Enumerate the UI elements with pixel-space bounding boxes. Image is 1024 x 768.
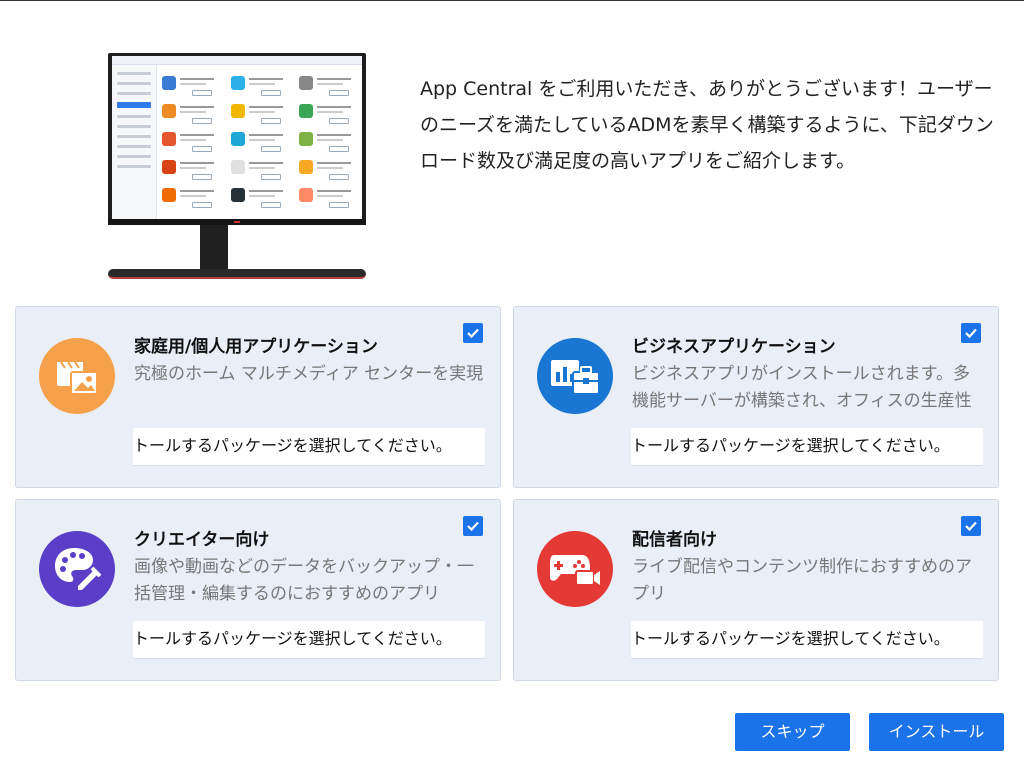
category-checkbox[interactable] — [463, 516, 483, 536]
package-select[interactable]: トールするパッケージを選択してください。 — [133, 428, 485, 466]
category-checkbox[interactable] — [961, 323, 981, 343]
checkmark-icon — [965, 328, 977, 339]
media-icon — [39, 338, 115, 414]
card-title: ビジネスアプリケーション — [632, 337, 836, 357]
checkmark-icon — [467, 328, 479, 339]
card-description: ライブ配信やコンテンツ制作におすすめのアプリ — [632, 557, 972, 604]
monitor-illustration — [108, 53, 366, 283]
intro-text: App Central をご利用いただき、ありがとうございます！ユーザーのニーズ… — [420, 78, 994, 172]
card-title: 家庭用/個人用アプリケーション — [134, 337, 378, 357]
card-description: 画像や動画などのデータをバックアップ・一括管理・編集するのにおすすめのアプリ — [134, 557, 474, 604]
card-title: 配信者向け — [632, 530, 717, 550]
category-checkbox[interactable] — [961, 516, 981, 536]
package-select[interactable]: トールするパッケージを選択してください。 — [133, 621, 485, 659]
category-card-home[interactable]: 家庭用/個人用アプリケーション 究極のホーム マルチメディア センターを実現 ト… — [15, 306, 501, 488]
gamepad-camera-icon — [537, 531, 613, 607]
checkmark-icon — [965, 521, 977, 532]
card-title: クリエイター向け — [134, 530, 270, 550]
app-central-screenshot — [112, 56, 362, 219]
business-icon — [537, 338, 613, 414]
package-select[interactable]: トールするパッケージを選択してください。 — [631, 621, 983, 659]
category-card-business[interactable]: ビジネスアプリケーション ビジネスアプリがインストールされます。多機能サーバーが… — [513, 306, 999, 488]
category-checkbox[interactable] — [463, 323, 483, 343]
monitor-bezel — [108, 53, 366, 225]
palette-icon — [39, 531, 115, 607]
skip-button[interactable]: スキップ — [735, 713, 850, 751]
checkmark-icon — [467, 521, 479, 532]
install-button[interactable]: インストール — [869, 713, 1004, 751]
card-description: 究極のホーム マルチメディア センターを実現 — [134, 364, 484, 384]
category-card-streamer[interactable]: 配信者向け ライブ配信やコンテンツ制作におすすめのアプリ トールするパッケージを… — [513, 499, 999, 681]
card-description: ビジネスアプリがインストールされます。多機能サーバーが構築され、オフィスの生産性… — [632, 364, 972, 411]
category-card-creator[interactable]: クリエイター向け 画像や動画などのデータをバックアップ・一括管理・編集するのにお… — [15, 499, 501, 681]
package-select[interactable]: トールするパッケージを選択してください。 — [631, 428, 983, 466]
